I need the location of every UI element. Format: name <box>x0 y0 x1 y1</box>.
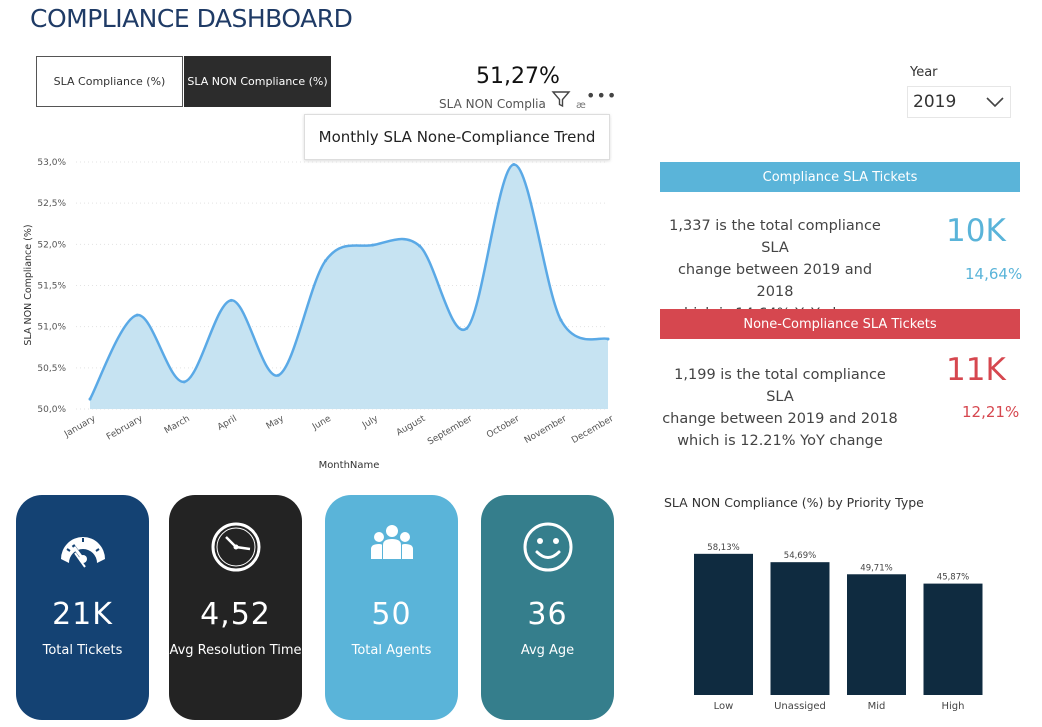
bar-value-label: 54,69% <box>784 551 816 561</box>
x-tick-label: November <box>523 414 569 446</box>
y-tick-label: 53,0% <box>37 158 66 168</box>
year-filter-label: Year <box>910 65 938 80</box>
bar <box>770 562 830 695</box>
noncompliance-description-line: 1,199 is the total compliance SLA <box>674 367 886 405</box>
noncompliance-description-line: change between 2019 and 2018 <box>662 411 898 427</box>
monthly-noncompliance-chart: 50,0% 50,5% 51,0% 51,5% 52,0% 52,5% 53,0% Janua… <box>23 158 616 471</box>
y-tick-label: 52,5% <box>37 199 66 209</box>
x-axis-label: MonthName <box>319 460 380 471</box>
data-point <box>229 298 233 302</box>
avg-resolution-label: Avg Resolution Time <box>169 643 302 658</box>
total-tickets-card: 21K Total Tickets <box>16 495 149 720</box>
noncompliance-banner: None-Compliance SLA Tickets <box>660 309 1020 339</box>
noncompliance-yoy-percent: 12,21% <box>962 403 1020 421</box>
smiley-icon <box>522 521 574 573</box>
y-tick-label: 50,0% <box>37 405 66 415</box>
bar <box>694 553 753 695</box>
clock-icon <box>210 521 262 573</box>
total-agents-label: Total Agents <box>351 643 432 658</box>
avg-resolution-value: 4,52 <box>200 597 271 632</box>
data-point <box>465 326 469 330</box>
bar-value-label: 49,71% <box>860 563 892 573</box>
bar-category-label: Unassiged <box>774 701 826 712</box>
x-tick-label: August <box>395 414 428 439</box>
data-point <box>559 318 563 322</box>
bar-value-label: 58,13% <box>707 543 739 553</box>
compliance-description-line: change between 2019 and 2018 <box>677 262 873 300</box>
data-point <box>371 243 375 247</box>
avg-resolution-card: 4,52 Avg Resolution Time <box>169 495 302 720</box>
data-point <box>606 337 610 341</box>
x-tick-label: September <box>426 414 474 448</box>
data-point <box>135 313 139 317</box>
x-tick-label: July <box>360 414 380 432</box>
noncompliance-total-value: 11K <box>946 352 1006 388</box>
avg-age-value: 36 <box>527 597 568 632</box>
avg-age-card: 36 Avg Age <box>481 495 614 720</box>
x-tick-label: June <box>310 414 333 433</box>
y-tick-label: 52,0% <box>37 240 66 250</box>
data-point <box>418 244 422 248</box>
y-tick-label: 50,5% <box>37 364 66 374</box>
total-agents-card: 50 Total Agents <box>325 495 458 720</box>
priority-chart-title: SLA NON Compliance (%) by Priority Type <box>664 495 924 510</box>
y-tick-label: 51,0% <box>37 323 66 333</box>
data-point <box>88 397 92 401</box>
total-tickets-value: 21K <box>52 597 113 632</box>
x-tick-label: December <box>570 414 616 446</box>
data-point <box>276 373 280 377</box>
priority-bar-chart: 58,13% Low 54,69% Unassiged 49,71% Mid 45,87% H… <box>694 543 983 712</box>
x-tick-label: October <box>485 414 521 441</box>
x-tick-label: March <box>163 414 192 436</box>
x-tick-label: February <box>105 414 145 443</box>
compliance-description-line: 1,337 is the total compliance SLA <box>669 218 881 256</box>
speedometer-icon <box>57 521 109 573</box>
year-dropdown-value: 2019 <box>913 92 957 112</box>
avg-age-label: Avg Age <box>520 643 575 658</box>
bar-category-label: High <box>942 701 965 712</box>
bar <box>923 583 983 695</box>
chevron-down-icon <box>986 94 1004 108</box>
noncompliance-description-line: which is 12.21% YoY change <box>677 433 883 449</box>
bar <box>847 574 906 695</box>
y-axis-label: SLA NON Compliance (%) <box>23 224 34 345</box>
x-tick-label: January <box>62 414 98 441</box>
bar-value-label: 45,87% <box>937 573 969 583</box>
x-tick-label: April <box>216 414 239 433</box>
group-icon <box>366 521 418 573</box>
data-point <box>182 380 186 384</box>
bar-category-label: Mid <box>868 701 886 712</box>
total-tickets-label: Total Tickets <box>42 643 123 658</box>
year-dropdown[interactable]: 2019 <box>907 86 1011 118</box>
total-agents-value: 50 <box>371 597 412 632</box>
noncompliance-description: 1,199 is the total compliance SLA change… <box>660 364 900 452</box>
x-tick-label: May <box>265 414 287 432</box>
bar-category-label: Low <box>714 701 734 712</box>
y-tick-label: 51,5% <box>37 282 66 292</box>
compliance-total-value: 10K <box>946 213 1006 249</box>
data-point <box>512 162 516 166</box>
compliance-banner: Compliance SLA Tickets <box>660 162 1020 192</box>
data-point <box>323 259 327 263</box>
compliance-yoy-percent: 14,64% <box>965 265 1023 283</box>
